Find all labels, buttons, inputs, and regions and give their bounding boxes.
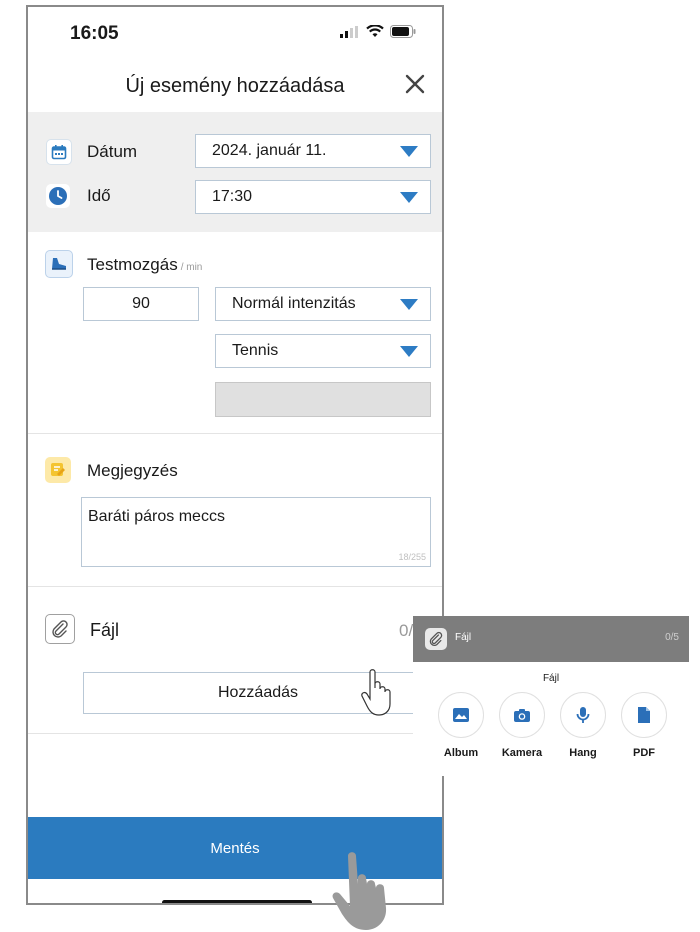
dropdown-arrow-icon (400, 192, 418, 203)
home-indicator (162, 900, 312, 903)
album-option[interactable]: Album (431, 692, 491, 759)
status-icons (340, 25, 416, 38)
note-textarea[interactable]: Baráti páros meccs 18/255 (81, 497, 431, 567)
shoe-icon (45, 250, 73, 278)
date-value: 2024. január 11. (212, 142, 327, 159)
add-file-label: Hozzáadás (217, 684, 299, 701)
pdf-option[interactable]: PDF (614, 692, 674, 759)
intensity-select[interactable]: Normál intenzitás (215, 287, 431, 321)
time-select[interactable]: 17:30 (195, 180, 431, 214)
title-bar: Új esemény hozzáadása (28, 57, 442, 112)
time-value: 17:30 (212, 188, 253, 205)
dropdown-arrow-icon (400, 299, 418, 310)
signal-icon (340, 25, 358, 38)
camera-label: Kamera (501, 747, 543, 759)
dropdown-arrow-icon (400, 346, 418, 357)
exercise-type-value: Tennis (232, 342, 279, 359)
document-icon (621, 692, 667, 738)
clock-icon (46, 184, 70, 208)
audio-option[interactable]: Hang (553, 692, 613, 759)
file-options-popup: Fájl 0/5 Fájl Album Kamera Hang PDF (413, 616, 689, 776)
dropdown-arrow-icon (400, 146, 418, 157)
popup-header-label: Fájl (455, 632, 472, 643)
image-icon (438, 692, 484, 738)
paperclip-icon (425, 628, 447, 650)
note-text: Baráti páros meccs (88, 508, 225, 525)
popup-title: Fájl (542, 673, 560, 684)
popup-header-count: 0/5 (665, 632, 679, 643)
phone-frame: 16:05 Új esemény hozzáadása Dátum 2024. … (26, 5, 444, 905)
note-icon (45, 457, 71, 483)
exercise-type-select[interactable]: Tennis (215, 334, 431, 368)
status-time: 16:05 (70, 23, 119, 44)
camera-icon (499, 692, 545, 738)
file-count: 0/ (399, 621, 414, 640)
pdf-label: PDF (633, 747, 655, 759)
camera-option[interactable]: Kamera (492, 692, 552, 759)
time-label: Idő (87, 186, 111, 205)
audio-label: Hang (569, 747, 597, 759)
popup-header: Fájl 0/5 (413, 616, 689, 662)
exercise-label: Testmozgás / min (87, 255, 202, 275)
page-title: Új esemény hozzáadása (125, 75, 345, 97)
note-char-counter: 18/255 (398, 552, 426, 562)
calendar-icon (46, 139, 72, 165)
exercise-unit: / min (180, 262, 203, 273)
hand-pointer-icon (361, 669, 391, 716)
date-select[interactable]: 2024. január 11. (195, 134, 431, 168)
exercise-label-text: Testmozgás (87, 255, 178, 274)
hand-tap-icon (332, 852, 387, 930)
close-icon[interactable] (400, 69, 430, 99)
minutes-input[interactable]: 90 (83, 287, 199, 321)
exercise-extra-field[interactable] (215, 382, 431, 417)
divider (28, 733, 442, 734)
note-label: Megjegyzés (87, 461, 178, 480)
album-label: Album (443, 747, 479, 759)
file-label: Fájl (90, 620, 120, 640)
divider (28, 586, 442, 587)
minutes-value: 90 (132, 295, 150, 312)
divider (28, 433, 442, 434)
status-bar: 16:05 (28, 7, 442, 57)
date-time-section: Dátum 2024. január 11. Idő 17:30 (28, 112, 442, 232)
date-label: Dátum (87, 142, 138, 161)
intensity-value: Normál intenzitás (232, 295, 356, 312)
paperclip-icon (45, 614, 75, 644)
battery-icon (390, 25, 416, 38)
microphone-icon (560, 692, 606, 738)
save-label: Mentés (210, 839, 260, 857)
wifi-icon (366, 25, 384, 37)
